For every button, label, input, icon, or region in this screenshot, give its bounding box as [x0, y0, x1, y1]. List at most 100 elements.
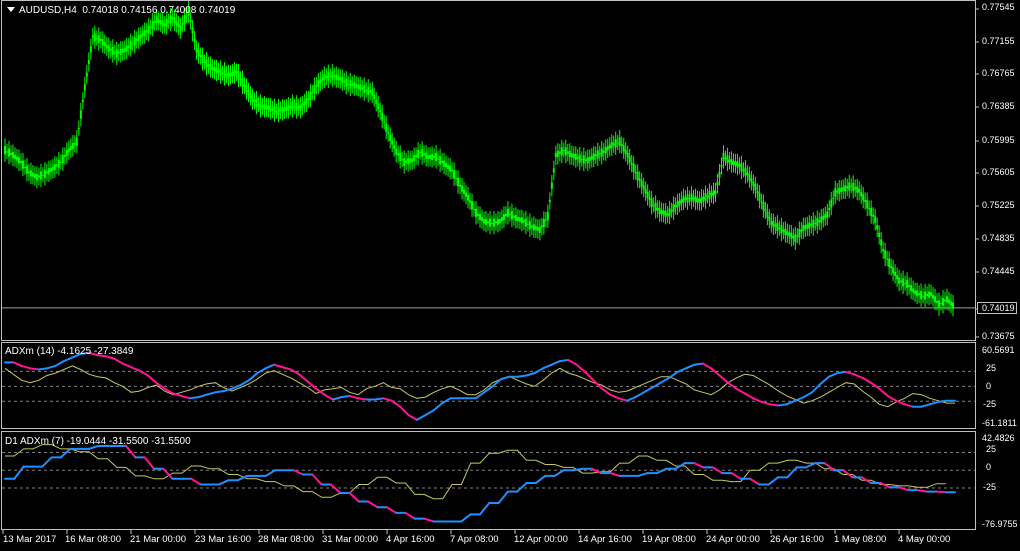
adxm14-main-segment — [432, 402, 444, 412]
candle-body — [808, 222, 811, 229]
candle-body — [113, 52, 116, 54]
price-panel[interactable] — [2, 0, 975, 317]
chart-canvas[interactable] — [0, 0, 1020, 551]
adxm14-main-segment — [558, 358, 570, 363]
candle-body — [175, 20, 178, 26]
adxm14-main-segment — [256, 367, 267, 375]
candle-body — [686, 194, 689, 203]
symbol-header: AUDUSD,H4 0.74018 0.74156 0.74008 0.7401… — [19, 5, 236, 16]
candle-body — [654, 202, 657, 211]
candle-body — [151, 20, 154, 29]
candle-body — [818, 220, 821, 223]
candle-body — [946, 296, 949, 303]
candle-body — [564, 147, 567, 156]
candle-body — [494, 221, 497, 224]
candle-body — [221, 72, 224, 74]
candle-body — [562, 150, 565, 152]
candle-body — [255, 98, 258, 107]
candle-body — [449, 165, 452, 172]
candle-body — [912, 288, 915, 293]
candle-body — [295, 102, 298, 111]
candle-body — [351, 83, 354, 86]
candle-body — [614, 139, 617, 148]
adxm14-main-segment — [903, 403, 914, 408]
adxm14-main-segment — [441, 397, 452, 405]
adxm14-main-segment — [811, 382, 822, 394]
ind1-axis-label: -25 — [983, 399, 997, 409]
candle-body — [21, 160, 24, 169]
candle-body — [556, 150, 559, 157]
candle-body — [155, 16, 158, 23]
candle-body — [439, 156, 442, 165]
candle-body — [355, 83, 358, 88]
candle-body — [231, 71, 234, 76]
candle-body — [153, 21, 156, 24]
candle-body — [758, 192, 761, 201]
adxm14-main-segment — [869, 381, 881, 390]
candle-body — [135, 38, 138, 41]
candle-body — [790, 232, 793, 239]
candle-body — [572, 154, 575, 159]
candle-body — [596, 150, 599, 159]
candle-body — [427, 154, 430, 159]
adxm14-main-segment — [298, 373, 309, 383]
candle-body — [479, 214, 481, 221]
candle-body — [528, 221, 531, 230]
candle-body — [544, 219, 547, 221]
candle-body — [137, 35, 140, 42]
candle-body — [101, 39, 104, 46]
candle-body — [626, 153, 629, 158]
candle-body — [237, 71, 240, 80]
candle-body — [29, 170, 32, 177]
candle-body — [856, 186, 859, 193]
candle-body — [802, 225, 805, 232]
candle-body — [377, 103, 380, 110]
candle-body — [586, 157, 589, 164]
adxm14-main-segment — [12, 361, 23, 367]
candle-body — [714, 190, 717, 195]
candle-body — [708, 190, 711, 200]
adxm14-main-segment — [626, 396, 637, 402]
candle-body — [894, 271, 897, 276]
candle-body — [660, 209, 663, 215]
candle-body — [433, 155, 436, 158]
candle-body — [143, 30, 146, 37]
candle-body — [51, 166, 54, 171]
adxm14-main-segment — [642, 386, 654, 394]
adxm14-panel[interactable] — [2, 351, 975, 421]
candle-body — [812, 219, 815, 228]
adxm14-main-segment — [500, 375, 511, 381]
candle-body — [297, 106, 300, 109]
candle-body — [822, 215, 825, 220]
candle-body — [77, 128, 80, 130]
candle-body — [415, 155, 418, 158]
candle-body — [752, 181, 755, 187]
candle-body — [361, 87, 364, 90]
candle-body — [682, 196, 685, 203]
candle-body — [648, 197, 651, 200]
candle-body — [788, 232, 791, 237]
candle-body — [235, 71, 238, 74]
candle-body — [742, 169, 745, 171]
candle-body — [313, 85, 316, 94]
candle-body — [9, 152, 12, 155]
adxm14-main-segment — [188, 396, 200, 400]
candle-body — [728, 159, 731, 162]
candle-body — [602, 150, 605, 153]
candle-body — [876, 225, 879, 230]
adxm14-main-segment — [827, 372, 839, 378]
candle-body — [91, 35, 94, 38]
candle-body — [496, 218, 499, 225]
candle-body — [337, 76, 340, 81]
candle-body — [570, 153, 573, 158]
candle-body — [526, 223, 529, 225]
adxm7-main-segment — [711, 466, 724, 475]
adxm14-main-segment — [357, 397, 368, 401]
candle-body — [590, 155, 593, 160]
candle-body — [299, 104, 302, 111]
candle-body — [43, 169, 46, 178]
chart-menu-icon[interactable] — [7, 7, 15, 12]
d1-adxm7-panel[interactable] — [2, 444, 975, 523]
candle-body — [247, 90, 250, 95]
candle-body — [35, 174, 38, 181]
